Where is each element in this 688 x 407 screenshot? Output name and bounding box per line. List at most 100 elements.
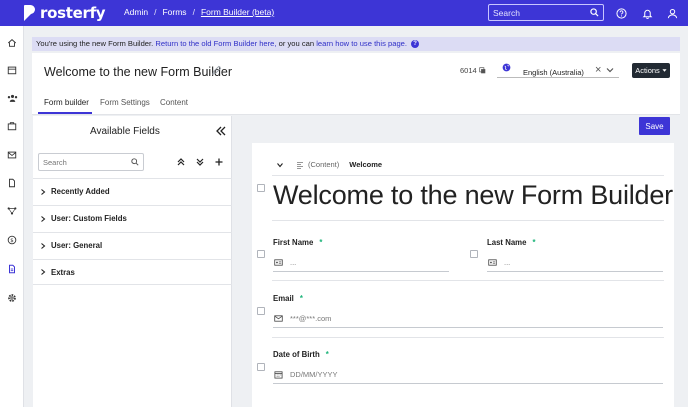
copy-icon[interactable] [479, 67, 486, 74]
breadcrumb-forms[interactable]: Forms [162, 7, 186, 17]
first-name-field[interactable]: ... [273, 254, 449, 272]
envelope-icon [274, 315, 283, 322]
actions-button[interactable]: Actions [632, 63, 670, 78]
clear-language-icon[interactable]: × [595, 64, 601, 76]
network-icon[interactable] [5, 204, 19, 218]
email-label: Email * [273, 294, 303, 303]
fields-search[interactable] [38, 153, 144, 171]
tab-form-settings[interactable]: Form Settings [100, 98, 150, 107]
users-icon[interactable] [5, 91, 19, 105]
row-select-checkbox[interactable] [257, 363, 265, 371]
form-id[interactable]: 6014 [460, 66, 486, 75]
new-builder-banner: You're using the new Form Builder. Retur… [32, 37, 680, 51]
last-name-placeholder: ... [504, 258, 511, 267]
field-group-label: Extras [51, 267, 75, 277]
chevron-down-icon[interactable] [276, 161, 284, 169]
available-fields-panel: Available Fields Recently Added User: Cu… [33, 116, 232, 407]
last-name-field[interactable]: ... [487, 254, 663, 272]
learn-more-link[interactable]: learn how to use this page. [316, 39, 407, 48]
date-of-birth-placeholder: DD/MM/YYYY [290, 370, 338, 379]
breadcrumb-form-builder[interactable]: Form Builder (beta) [201, 7, 274, 17]
form-heading: Welcome to the new Form Builder [273, 180, 673, 210]
info-icon[interactable]: ? [411, 40, 420, 48]
mail-icon[interactable] [5, 148, 19, 162]
settings-icon[interactable] [5, 291, 19, 305]
banner-text: You're using the new Form Builder. [36, 39, 154, 48]
breadcrumb-separator: / [154, 7, 157, 17]
collapse-panel-icon[interactable] [215, 125, 227, 137]
add-icon[interactable] [214, 157, 224, 167]
field-group-label: User: Custom Fields [51, 214, 127, 223]
breadcrumb-separator: / [192, 7, 195, 17]
tab-form-builder[interactable]: Form builder [44, 98, 89, 107]
form-icon[interactable] [5, 262, 19, 276]
language-value: English (Australia) [523, 68, 584, 77]
document-icon[interactable] [5, 176, 19, 190]
email-field[interactable]: ***@***.com [273, 310, 663, 328]
caret-down-icon [662, 69, 667, 72]
save-button[interactable]: Save [639, 117, 670, 135]
builder-tabs: Form builder Form Settings Content [32, 90, 680, 115]
id-card-icon [274, 259, 283, 266]
field-group-extras[interactable]: Extras [33, 259, 232, 285]
search-icon[interactable] [131, 158, 139, 166]
row-select-checkbox[interactable] [257, 250, 265, 258]
logo-text: rosterfy [40, 4, 106, 22]
help-icon[interactable] [614, 6, 628, 20]
text-align-icon [297, 161, 303, 169]
side-rail: $ [0, 26, 24, 407]
actions-label: Actions [635, 66, 660, 75]
chevron-right-icon [41, 269, 46, 275]
tab-content[interactable]: Content [160, 98, 188, 107]
field-group-label: Recently Added [51, 187, 110, 196]
last-name-label: Last Name * [487, 238, 536, 247]
calendar-icon[interactable] [5, 63, 19, 77]
section-type-tag: (Content) [308, 160, 340, 169]
expand-all-down-icon[interactable] [195, 157, 205, 167]
pencil-icon[interactable] [211, 65, 222, 76]
svg-text:$: $ [10, 238, 13, 244]
expand-all-up-icon[interactable] [176, 157, 186, 167]
banner-text-middle: or you can [278, 39, 315, 48]
field-group-recently-added[interactable]: Recently Added [33, 178, 232, 204]
row-select-checkbox[interactable] [257, 184, 265, 192]
global-search-input[interactable] [493, 7, 590, 18]
required-marker: * [325, 350, 329, 359]
fields-search-input[interactable] [43, 157, 131, 167]
row-select-checkbox[interactable] [470, 250, 478, 258]
language-select[interactable]: English (Australia) × [497, 63, 619, 78]
briefcase-icon[interactable] [5, 119, 19, 133]
chevron-down-icon[interactable] [605, 65, 615, 75]
form-id-value: 6014 [460, 66, 477, 75]
search-icon[interactable] [590, 8, 599, 17]
divider [272, 175, 664, 176]
calendar-icon [274, 371, 283, 379]
global-search[interactable] [488, 4, 604, 21]
first-name-label: First Name * [273, 238, 323, 247]
required-marker: * [299, 294, 303, 303]
top-navbar: rosterfy Admin / Forms / Form Builder (b… [0, 0, 688, 26]
dollar-icon[interactable]: $ [5, 233, 19, 247]
date-of-birth-label: Date of Birth * [273, 350, 329, 359]
breadcrumb-admin[interactable]: Admin [124, 7, 148, 17]
section-header[interactable]: (Content) Welcome [276, 160, 382, 169]
divider [272, 337, 664, 338]
required-marker: * [532, 238, 536, 247]
logo-mark-icon [24, 5, 36, 21]
globe-icon [502, 63, 511, 72]
row-select-checkbox[interactable] [257, 307, 265, 315]
rosterfy-logo[interactable]: rosterfy [24, 3, 106, 23]
divider [272, 220, 664, 221]
bell-icon[interactable] [640, 6, 654, 20]
user-icon[interactable] [665, 6, 679, 20]
old-builder-link[interactable]: Return to the old Form Builder here, [155, 39, 276, 48]
available-fields-title: Available Fields [90, 126, 160, 137]
chevron-right-icon [41, 242, 46, 249]
chevron-right-icon [41, 188, 46, 195]
chevron-right-icon [41, 215, 46, 222]
date-of-birth-field[interactable]: DD/MM/YYYY [273, 366, 663, 384]
field-group-custom-fields[interactable]: User: Custom Fields [33, 205, 232, 231]
field-group-general[interactable]: User: General [33, 232, 232, 258]
home-icon[interactable] [5, 36, 19, 50]
form-header: Welcome to the new Form Builder 6014 Eng… [32, 53, 680, 90]
